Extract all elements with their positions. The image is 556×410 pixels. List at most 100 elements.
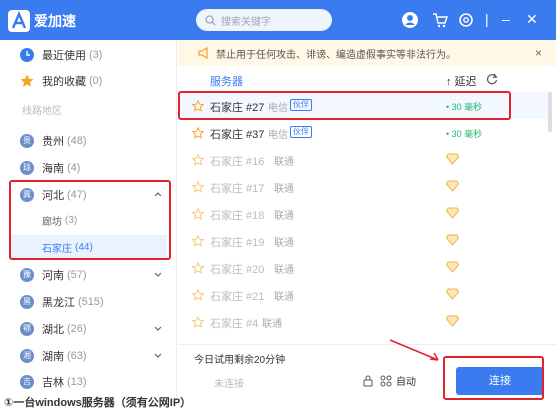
sidebar-item-label: 湖南 (42, 351, 64, 363)
refresh-icon[interactable] (486, 73, 498, 85)
star-outline-icon[interactable] (192, 181, 204, 193)
server-name: 石家庄 #19 (210, 237, 265, 249)
megaphone-icon (198, 47, 208, 59)
server-line: 联通 (262, 319, 282, 330)
sidebar-item-label: 河南 (42, 270, 64, 282)
sidebar: 最近使用 (3) 我的收藏 (0) 线路地区 贵 贵州 (48) 琼 海南 (4) 冀 … (0, 40, 177, 396)
logo-icon (8, 10, 30, 32)
server-row[interactable]: 石家庄 #19 联通 (178, 227, 548, 254)
star-outline-icon[interactable] (192, 235, 204, 247)
region-badge: 黑 (20, 295, 34, 309)
sidebar-item-jilin[interactable]: 吉 吉林 (13) (0, 369, 176, 395)
cart-icon[interactable] (432, 12, 448, 28)
trial-remaining: 今日试用剩余20分钟 (194, 355, 286, 366)
region-badge: 贵 (20, 134, 34, 148)
sidebar-item-count: (57) (67, 269, 87, 281)
server-row[interactable]: 石家庄 #27 电信 伙伴 • 30 毫秒 (178, 92, 548, 119)
server-row[interactable]: 石家庄 #4 联通 (178, 308, 548, 335)
minimize-button[interactable]: – (502, 11, 510, 27)
notice-text: 禁止用于任何攻击、诽谤、编造虚假事实等非法行为。 (216, 49, 456, 61)
server-line: 联通 (274, 184, 294, 195)
server-row[interactable]: 石家庄 #37 电信 伙伴 • 30 毫秒 (178, 119, 548, 146)
column-server[interactable]: 服务器 (210, 73, 243, 89)
server-row[interactable]: 石家庄 #21 联通 (178, 281, 548, 308)
sidebar-item-label: 河北 (42, 190, 64, 202)
sidebar-subitem-count: (3) (65, 214, 78, 226)
sidebar-item-label: 我的收藏 (42, 76, 86, 88)
sidebar-item-hebei[interactable]: 冀 河北 (47) (0, 182, 176, 208)
sidebar-item-henan[interactable]: 豫 河南 (57) (0, 262, 176, 288)
section-title: 线路地区 (22, 106, 62, 117)
star-outline-icon[interactable] (192, 127, 204, 139)
sidebar-item-label: 最近使用 (42, 50, 86, 62)
sidebar-item-label: 海南 (42, 163, 64, 175)
server-row[interactable]: 石家庄 #16 联通 (178, 146, 548, 173)
server-name: 石家庄 #16 (210, 156, 265, 168)
star-outline-icon[interactable] (192, 316, 204, 328)
star-outline-icon[interactable] (192, 289, 204, 301)
table-header: 服务器 ↑ 延迟 (178, 66, 548, 92)
chevron-down-icon (154, 353, 162, 358)
sidebar-item-hubei[interactable]: 鄂 湖北 (26) (0, 316, 176, 342)
sidebar-subitem-label: 廊坊 (42, 216, 62, 228)
vip-diamond-icon (446, 153, 459, 165)
sidebar-item-count: (3) (89, 49, 103, 61)
sidebar-item-label: 贵州 (42, 136, 64, 148)
sidebar-item-count: (47) (67, 189, 87, 201)
sidebar-item-label: 湖北 (42, 324, 64, 336)
sidebar-item-guizhou[interactable]: 贵 贵州 (48) (0, 128, 176, 154)
region-badge: 冀 (20, 188, 34, 202)
sidebar-item-hunan[interactable]: 湘 湖南 (63) (0, 343, 176, 369)
app-name: 爱加速 (34, 13, 76, 29)
sidebar-item-hainan[interactable]: 琼 海南 (4) (0, 155, 176, 181)
server-row[interactable]: 石家庄 #18 联通 (178, 200, 548, 227)
server-line: 联通 (274, 211, 294, 222)
list-scrollbar[interactable] (548, 92, 552, 132)
server-row[interactable]: 石家庄 #17 联通 (178, 173, 548, 200)
notice-close-button[interactable]: × (535, 46, 542, 60)
sidebar-item-heilongjiang[interactable]: 黑 黑龙江 (515) (0, 289, 176, 315)
mode-selector[interactable]: 自动 (362, 373, 416, 388)
star-outline-icon[interactable] (192, 154, 204, 166)
sidebar-subitem-shijiazhuang[interactable]: 石家庄 (44) (10, 235, 167, 259)
sidebar-item-count: (515) (78, 296, 104, 308)
sidebar-item-count: (13) (67, 376, 87, 388)
sidebar-item-count: (48) (67, 135, 87, 147)
sidebar-item-favorites[interactable]: 我的收藏 (0) (0, 68, 176, 94)
star-outline-icon[interactable] (192, 100, 204, 112)
server-line: 电信 (268, 103, 288, 114)
region-badge: 豫 (20, 268, 34, 282)
server-line: 联通 (274, 238, 294, 249)
sidebar-item-label: 吉林 (42, 377, 64, 389)
sidebar-subitem-langfang[interactable]: 廊坊 (3) (20, 208, 176, 232)
server-line: 电信 (268, 130, 288, 141)
vip-diamond-icon (446, 315, 459, 327)
sidebar-item-count: (63) (67, 350, 87, 362)
sidebar-item-recent[interactable]: 最近使用 (3) (0, 42, 176, 68)
search-input[interactable]: 搜索关键字 (196, 9, 332, 31)
server-line: 联通 (274, 157, 294, 168)
server-name: 石家庄 #27 (210, 102, 265, 114)
user-avatar-icon[interactable] (402, 12, 418, 28)
server-name: 石家庄 #21 (210, 291, 265, 303)
star-outline-icon[interactable] (192, 262, 204, 274)
star-icon (20, 74, 34, 87)
server-line: 联通 (274, 292, 294, 303)
region-badge: 鄂 (20, 322, 34, 336)
server-name: 石家庄 #18 (210, 210, 265, 222)
connect-button[interactable]: 连接 (456, 367, 544, 395)
server-line: 联通 (274, 265, 294, 276)
close-button[interactable]: ✕ (526, 11, 538, 27)
settings-icon[interactable] (458, 12, 474, 28)
notice-bar: 禁止用于任何攻击、诽谤、编造虚假事实等非法行为。 × (178, 40, 556, 66)
app-logo: 爱加速 (8, 10, 76, 32)
vip-diamond-icon (446, 207, 459, 219)
server-name: 石家庄 #4 (210, 318, 259, 330)
server-row[interactable]: 石家庄 #20 联通 (178, 254, 548, 281)
vip-diamond-icon (446, 261, 459, 273)
column-latency[interactable]: ↑ 延迟 (446, 73, 477, 89)
search-placeholder: 搜索关键字 (221, 16, 271, 28)
sidebar-item-count: (0) (89, 75, 103, 87)
mode-label: 自动 (396, 377, 416, 388)
star-outline-icon[interactable] (192, 208, 204, 220)
